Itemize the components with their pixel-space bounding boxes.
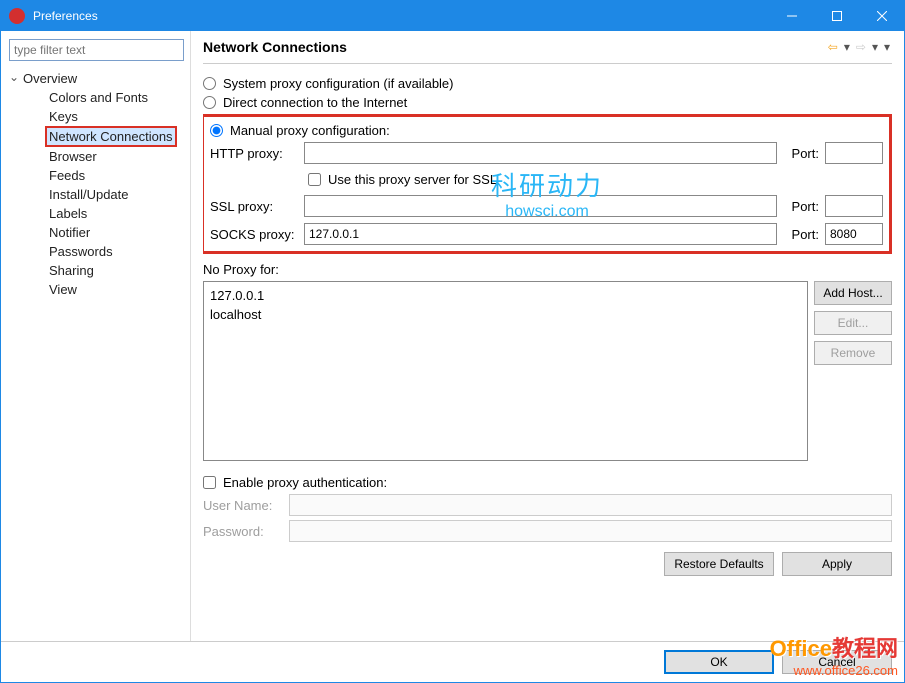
forward-menu-icon[interactable]: ▾: [870, 40, 880, 54]
tree-root-overview[interactable]: Overview: [5, 69, 186, 88]
edit-host-button: Edit...: [814, 311, 892, 335]
tree-item-browser[interactable]: Browser: [5, 147, 186, 166]
back-menu-icon[interactable]: ▾: [842, 40, 852, 54]
socks-proxy-input[interactable]: [304, 223, 777, 245]
socks-proxy-label: SOCKS proxy:: [210, 227, 298, 242]
radio-direct-connection[interactable]: Direct connection to the Internet: [203, 95, 892, 110]
app-icon: [9, 8, 25, 24]
close-button[interactable]: [859, 1, 904, 31]
http-proxy-input[interactable]: [304, 142, 777, 164]
enable-auth-checkbox[interactable]: [203, 476, 216, 489]
socks-port-input[interactable]: [825, 223, 883, 245]
titlebar: Preferences: [1, 1, 904, 31]
tree-item-sharing[interactable]: Sharing: [5, 261, 186, 280]
tree-item-view[interactable]: View: [5, 280, 186, 299]
username-label: User Name:: [203, 498, 283, 513]
radio-direct-connection-input[interactable]: [203, 96, 216, 109]
http-port-input[interactable]: [825, 142, 883, 164]
radio-manual-proxy-input[interactable]: [210, 124, 223, 137]
ssl-proxy-label: SSL proxy:: [210, 199, 298, 214]
radio-direct-connection-label: Direct connection to the Internet: [223, 95, 407, 110]
password-input: [289, 520, 892, 542]
list-item[interactable]: 127.0.0.1: [210, 286, 801, 305]
cancel-button[interactable]: Cancel: [782, 650, 892, 674]
ssl-port-label: Port:: [783, 199, 819, 214]
socks-port-label: Port:: [783, 227, 819, 242]
forward-icon: ⇨: [854, 40, 868, 54]
enable-auth-row[interactable]: Enable proxy authentication:: [203, 475, 892, 490]
radio-system-proxy-input[interactable]: [203, 77, 216, 90]
manual-proxy-section: Manual proxy configuration: HTTP proxy: …: [203, 114, 892, 254]
tree-item-feeds[interactable]: Feeds: [5, 166, 186, 185]
radio-manual-proxy-label: Manual proxy configuration:: [230, 123, 390, 138]
username-input: [289, 494, 892, 516]
use-for-ssl-row[interactable]: Use this proxy server for SSL: [304, 170, 883, 189]
ok-button[interactable]: OK: [664, 650, 774, 674]
tree-item-keys[interactable]: Keys: [5, 107, 186, 126]
no-proxy-label: No Proxy for:: [203, 262, 892, 277]
radio-system-proxy[interactable]: System proxy configuration (if available…: [203, 76, 892, 91]
page-nav-icons: ⇦ ▾ ⇨ ▾ ▾: [826, 40, 892, 54]
http-port-label: Port:: [783, 146, 819, 161]
enable-auth-label: Enable proxy authentication:: [223, 475, 387, 490]
radio-system-proxy-label: System proxy configuration (if available…: [223, 76, 454, 91]
maximize-button[interactable]: [814, 1, 859, 31]
tree-item-labels[interactable]: Labels: [5, 204, 186, 223]
page-title: Network Connections: [203, 39, 826, 55]
tree-item-network-connections[interactable]: Network Connections: [45, 126, 177, 147]
list-item[interactable]: localhost: [210, 305, 801, 324]
dialog-footer: OK Cancel: [1, 641, 904, 682]
filter-input[interactable]: [9, 39, 184, 61]
password-label: Password:: [203, 524, 283, 539]
tree-item-passwords[interactable]: Passwords: [5, 242, 186, 261]
tree-item-install-update[interactable]: Install/Update: [5, 185, 186, 204]
ssl-port-input[interactable]: [825, 195, 883, 217]
remove-host-button: Remove: [814, 341, 892, 365]
menu-icon[interactable]: ▾: [882, 40, 892, 54]
restore-defaults-button[interactable]: Restore Defaults: [664, 552, 774, 576]
radio-manual-proxy[interactable]: Manual proxy configuration:: [210, 123, 883, 138]
preferences-tree: Overview Colors and Fonts Keys Network C…: [5, 69, 186, 299]
ssl-proxy-input[interactable]: [304, 195, 777, 217]
sidebar: Overview Colors and Fonts Keys Network C…: [1, 31, 191, 641]
apply-button[interactable]: Apply: [782, 552, 892, 576]
tree-item-notifier[interactable]: Notifier: [5, 223, 186, 242]
minimize-button[interactable]: [769, 1, 814, 31]
use-for-ssl-label: Use this proxy server for SSL: [328, 172, 497, 187]
main-panel: Network Connections ⇦ ▾ ⇨ ▾ ▾ System pro…: [191, 31, 904, 641]
no-proxy-list[interactable]: 127.0.0.1 localhost: [203, 281, 808, 461]
tree-item-colors-and-fonts[interactable]: Colors and Fonts: [5, 88, 186, 107]
http-proxy-label: HTTP proxy:: [210, 146, 298, 161]
back-icon[interactable]: ⇦: [826, 40, 840, 54]
use-for-ssl-checkbox[interactable]: [308, 173, 321, 186]
window-title: Preferences: [33, 9, 769, 23]
add-host-button[interactable]: Add Host...: [814, 281, 892, 305]
